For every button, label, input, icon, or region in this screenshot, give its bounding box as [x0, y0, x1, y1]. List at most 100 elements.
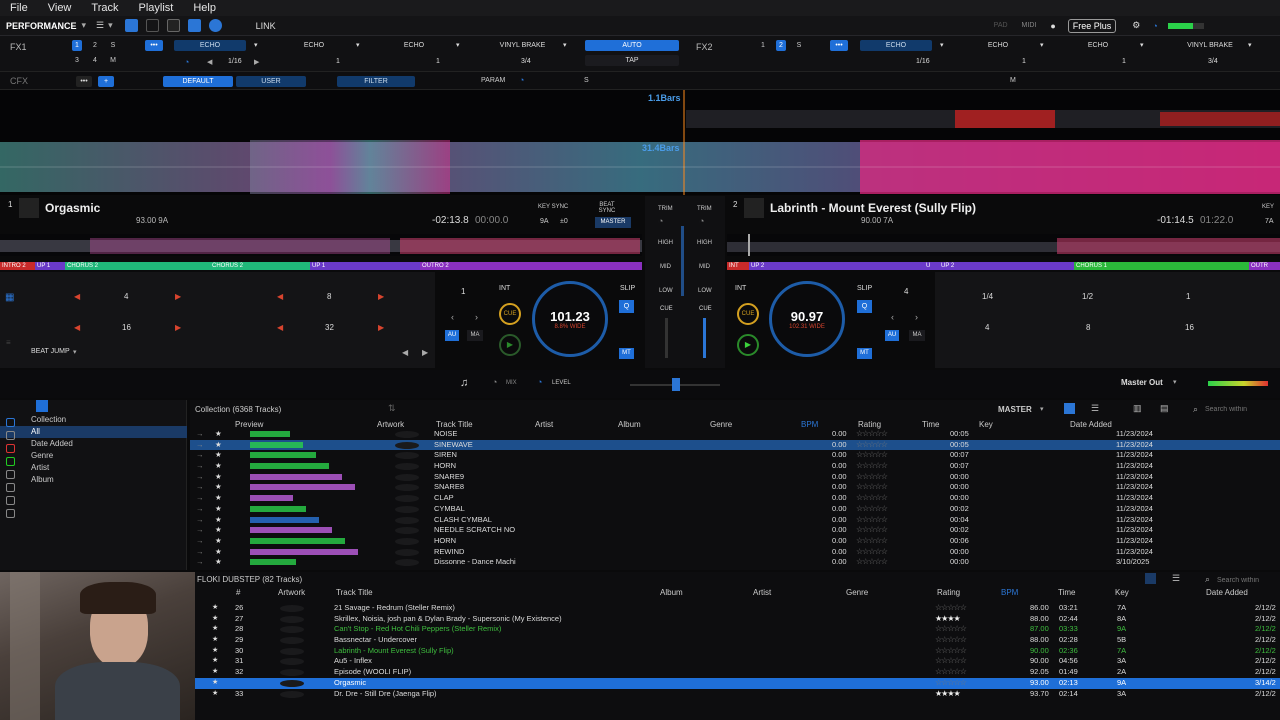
load-arrow-icon[interactable]: →: [196, 515, 204, 526]
search-icon[interactable]: ⌕: [1193, 404, 1198, 415]
loop-double-icon[interactable]: ▶: [378, 292, 384, 301]
deck2-slip-button[interactable]: SLIP: [857, 285, 872, 292]
chevron-right-icon[interactable]: ›: [915, 312, 918, 322]
rating-stars[interactable]: ☆☆☆☆☆: [935, 635, 967, 646]
fx1-menu-button[interactable]: •••: [145, 40, 163, 51]
fx1-auto-button[interactable]: AUTO: [585, 40, 679, 51]
table-row[interactable]: → ★ SNARE8 0.00 ☆☆☆☆☆ 00:00 11/23/2024: [190, 482, 1280, 493]
chevron-left-icon[interactable]: ‹: [891, 312, 894, 322]
load-arrow-icon[interactable]: →: [196, 536, 204, 547]
mix-knob-icon[interactable]: ◔: [492, 377, 497, 387]
deck2-cue-intro[interactable]: INT: [727, 262, 749, 270]
deck2-cue-up2b[interactable]: UP 2: [939, 262, 1074, 270]
list-view-icon[interactable]: [1064, 403, 1075, 414]
deck1-jog-wheel[interactable]: 101.23 8.8% WIDE: [532, 281, 608, 357]
star-icon[interactable]: ★: [215, 440, 222, 451]
fx1-unit-2-button[interactable]: 2: [90, 40, 100, 51]
star-icon[interactable]: ★: [215, 557, 222, 568]
fx1-slot-1[interactable]: ECHO: [174, 40, 246, 51]
gear-icon[interactable]: ⚙: [1132, 20, 1140, 31]
rating-stars[interactable]: ☆☆☆☆☆: [935, 603, 967, 614]
sidebar-item-album[interactable]: Album: [0, 474, 187, 486]
deck2-cue-button[interactable]: CUE: [737, 303, 759, 325]
loop-8b[interactable]: 8: [1086, 323, 1090, 332]
star-icon[interactable]: ★: [212, 603, 218, 614]
fx2-unit-s-button[interactable]: S: [794, 40, 804, 51]
fx2-vinyl-brake[interactable]: VINYL BRAKE: [1175, 40, 1245, 51]
deck1-cue-button[interactable]: CUE: [499, 303, 521, 325]
rating-stars[interactable]: ☆☆☆☆☆: [856, 557, 888, 568]
rating-stars[interactable]: ☆☆☆☆☆: [856, 525, 888, 536]
load-arrow-icon[interactable]: →: [196, 429, 204, 440]
loop-halve-icon[interactable]: ◀: [277, 292, 283, 301]
fx2-slot-3[interactable]: ECHO: [1062, 40, 1134, 51]
deck1-int-button[interactable]: INT: [499, 285, 510, 292]
deck1-master-button[interactable]: MASTER: [595, 217, 631, 228]
pad-side-icon[interactable]: ≡: [6, 338, 11, 347]
fx2-unit-1-button[interactable]: 1: [758, 40, 768, 51]
fx1-unit-3-button[interactable]: 3: [72, 55, 82, 66]
chevron-left-icon[interactable]: ‹: [451, 312, 454, 322]
col-number[interactable]: #: [236, 588, 240, 597]
chevron-down-icon[interactable]: ▾: [254, 41, 258, 49]
info-icon[interactable]: ●: [1050, 21, 1055, 31]
loop-halve-icon[interactable]: ◀: [74, 323, 80, 332]
chevron-down-icon[interactable]: ▾: [73, 348, 77, 356]
star-icon[interactable]: ★: [215, 493, 222, 504]
sampler-icon[interactable]: [145, 19, 159, 32]
master-select[interactable]: MASTER: [998, 405, 1032, 414]
star-icon[interactable]: ★: [215, 504, 222, 515]
col-track-title[interactable]: Track Title: [336, 588, 373, 597]
deck1-trim-knob-icon[interactable]: ◔: [658, 216, 663, 226]
load-arrow-icon[interactable]: →: [196, 440, 204, 451]
chevron-right-icon[interactable]: ▶: [422, 348, 428, 357]
chevron-down-icon[interactable]: ▾: [563, 41, 567, 49]
col-genre[interactable]: Genre: [846, 588, 868, 597]
fx2-slot-2[interactable]: ECHO: [962, 40, 1034, 51]
search-icon[interactable]: ⌕: [1205, 574, 1210, 585]
col-date-added[interactable]: Date Added: [1070, 420, 1112, 429]
beat-jump-select[interactable]: BEAT JUMP: [31, 348, 70, 355]
deck2-jog-wheel[interactable]: 90.97 102.31 WIDE: [769, 281, 845, 357]
table-row[interactable]: → ★ SINEWAVE 0.00 ☆☆☆☆☆ 00:05 11/23/2024: [190, 439, 1280, 451]
star-icon[interactable]: ★: [215, 547, 222, 558]
star-icon[interactable]: ★: [215, 450, 222, 461]
sync-icon[interactable]: [6, 457, 15, 466]
col-rating[interactable]: Rating: [858, 420, 881, 429]
deck2-play-button[interactable]: ▶: [737, 334, 759, 356]
table-row[interactable]: → ★ HORN 0.00 ☆☆☆☆☆ 00:07 11/23/2024: [190, 461, 1280, 472]
deck2-cue-up2[interactable]: UP 2: [749, 262, 924, 270]
search-icon[interactable]: [6, 496, 15, 505]
record-icon[interactable]: [208, 19, 222, 32]
table-row[interactable]: ★ 30 Labrinth - Mount Everest (Sully Flip)…: [195, 646, 1280, 657]
deck2-cue-outro[interactable]: OUTR: [1249, 262, 1280, 270]
loop-4[interactable]: 4: [124, 292, 128, 301]
deck1-beat-sync[interactable]: BEAT SYNC: [596, 202, 618, 214]
load-arrow-icon[interactable]: →: [196, 547, 204, 558]
sidebar-item-artist[interactable]: Artist: [0, 462, 187, 474]
rating-stars[interactable]: ☆☆☆☆☆: [935, 656, 967, 667]
col-time[interactable]: Time: [1058, 588, 1075, 597]
preview-waveform[interactable]: [250, 548, 358, 555]
preview-waveform[interactable]: [250, 484, 355, 491]
col-genre[interactable]: Genre: [710, 420, 732, 429]
table-row[interactable]: → ★ CLASH CYMBAL 0.00 ☆☆☆☆☆ 00:04 11/23/2024: [190, 515, 1280, 526]
deck1-cue-up1[interactable]: UP 1: [35, 262, 65, 270]
col-artist[interactable]: Artist: [753, 588, 771, 597]
rating-stars[interactable]: ☆☆☆☆☆: [856, 482, 888, 493]
deck2-key-sync[interactable]: KEY: [1262, 204, 1274, 210]
sort-icon[interactable]: ⇅: [388, 403, 396, 414]
star-icon[interactable]: ★: [212, 614, 218, 625]
master-out-select[interactable]: Master Out: [1121, 378, 1163, 387]
table-row[interactable]: → ★ SNARE9 0.00 ☆☆☆☆☆ 00:00 11/23/2024: [190, 472, 1280, 483]
star-icon[interactable]: ★: [212, 667, 218, 678]
sync-icon[interactable]: ◔: [1152, 21, 1157, 31]
rating-stars[interactable]: ★★★★: [935, 614, 961, 625]
table-row[interactable]: → ★ CYMBAL 0.00 ☆☆☆☆☆ 00:02 11/23/2024: [190, 504, 1280, 515]
col-album[interactable]: Album: [660, 588, 683, 597]
deck2-channel-fader[interactable]: [703, 318, 706, 358]
fx1-tap-button[interactable]: TAP: [585, 55, 679, 66]
menu-lines-icon[interactable]: ☰: [96, 20, 104, 31]
chevron-down-icon[interactable]: ▾: [1173, 378, 1177, 386]
star-icon[interactable]: ★: [215, 482, 222, 493]
